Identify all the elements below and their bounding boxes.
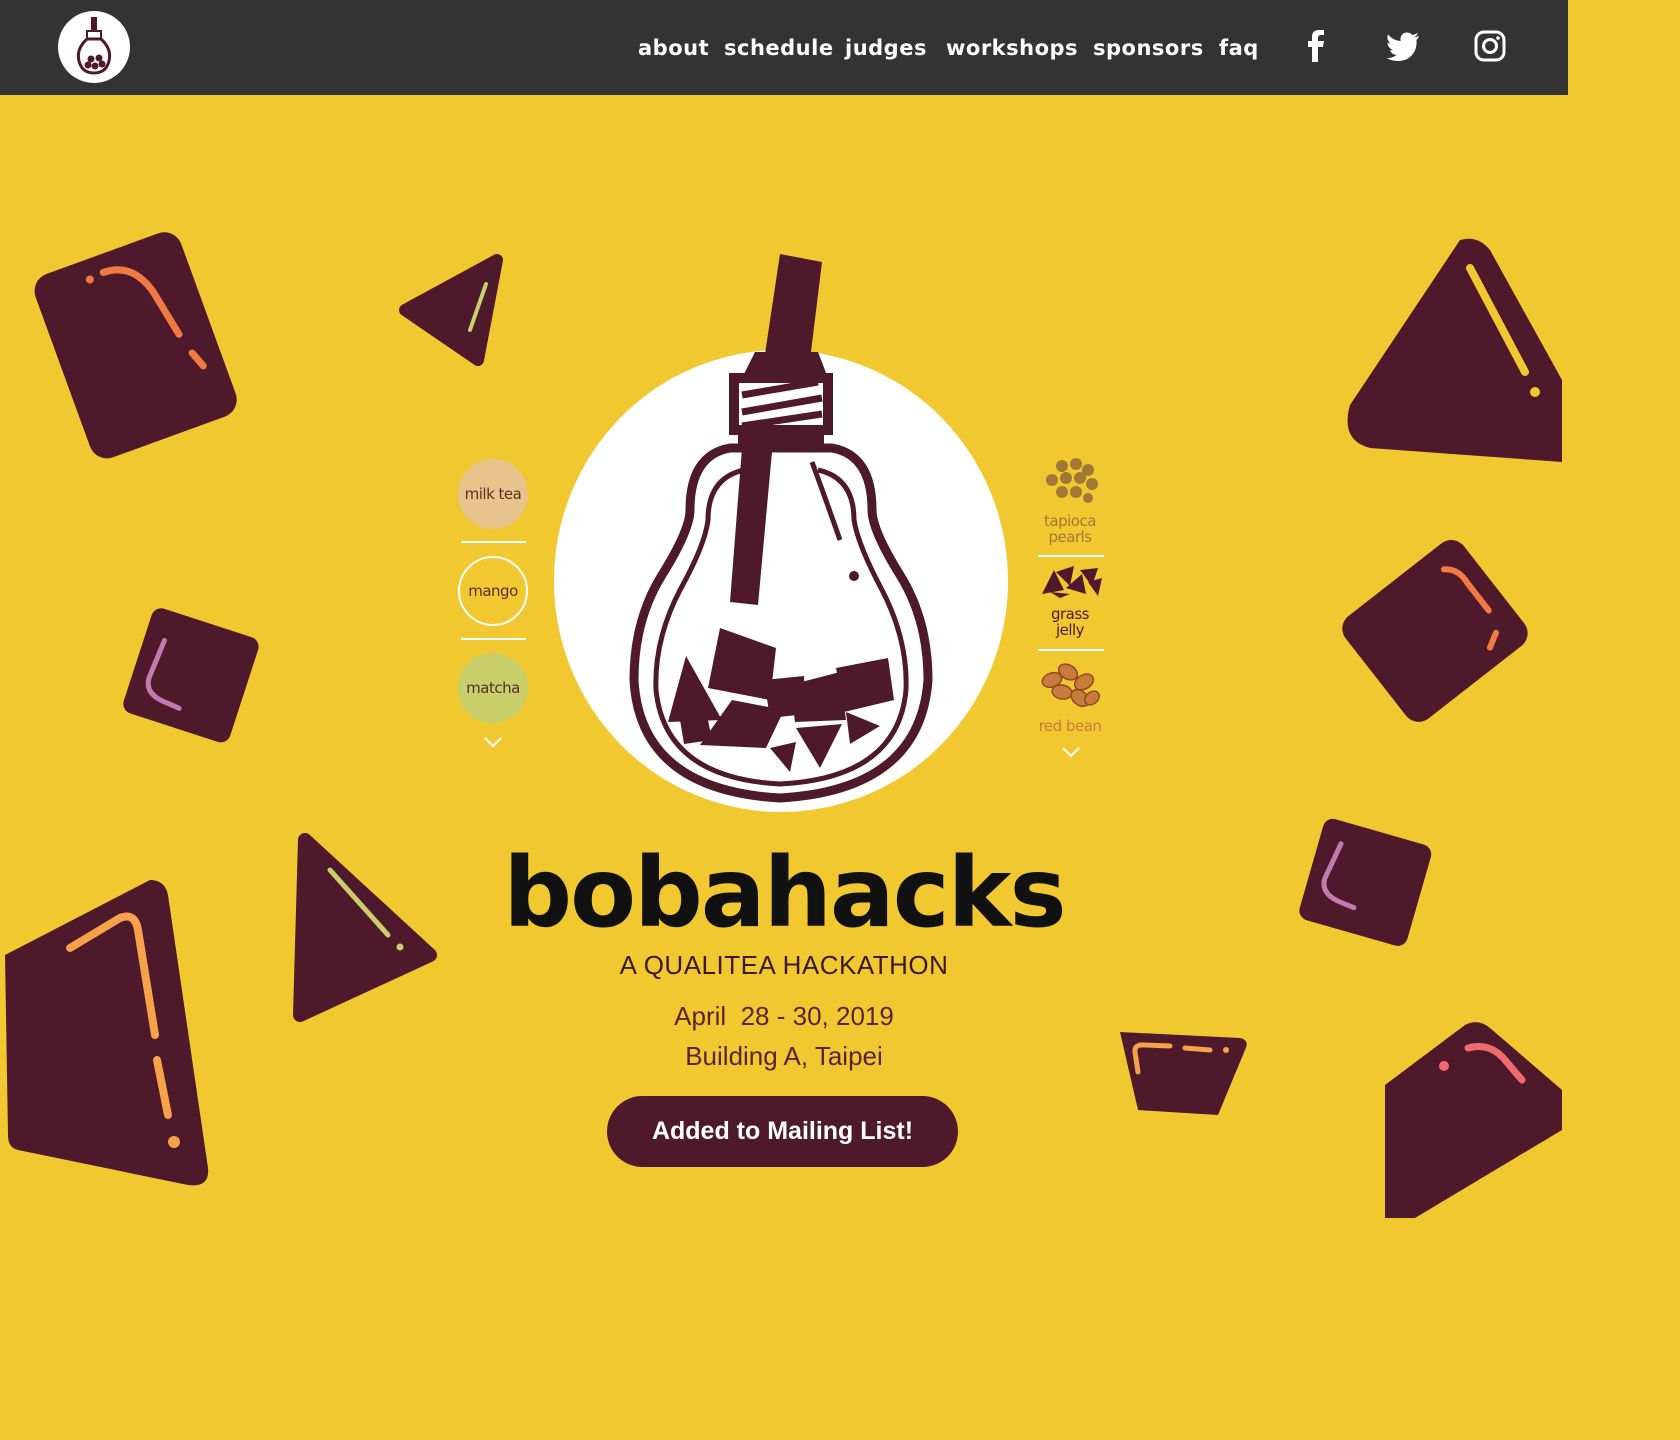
event-date: April 28 - 30, 2019 bbox=[674, 1001, 894, 1031]
flavor-milk-tea[interactable]: milk tea bbox=[458, 459, 528, 529]
divider bbox=[1038, 649, 1104, 651]
topping-red-bean-label[interactable]: red bean bbox=[1025, 718, 1115, 734]
grass-jelly-icon[interactable] bbox=[1040, 564, 1104, 600]
flavor-chevron-down-icon[interactable] bbox=[483, 736, 503, 748]
event-location: Building A, Taipei bbox=[685, 1041, 883, 1071]
topping-grass-jelly-label[interactable]: grass jelly bbox=[1025, 606, 1115, 638]
divider bbox=[1038, 555, 1104, 557]
hero-title: bobahacks bbox=[503, 837, 1066, 949]
flavor-mango[interactable]: mango bbox=[458, 556, 528, 626]
hero-subtitle: A QUALITEA HACKATHON bbox=[619, 950, 949, 980]
mailing-list-button[interactable]: Added to Mailing List! bbox=[607, 1096, 958, 1167]
topping-tapioca-label[interactable]: tapioca pearls bbox=[1025, 513, 1115, 545]
flavor-matcha[interactable]: matcha bbox=[458, 653, 528, 723]
topping-chevron-down-icon[interactable] bbox=[1061, 746, 1081, 758]
divider bbox=[461, 541, 526, 543]
tapioca-pearls-icon[interactable] bbox=[1040, 456, 1104, 508]
divider bbox=[461, 638, 526, 640]
red-bean-icon[interactable] bbox=[1038, 658, 1104, 712]
